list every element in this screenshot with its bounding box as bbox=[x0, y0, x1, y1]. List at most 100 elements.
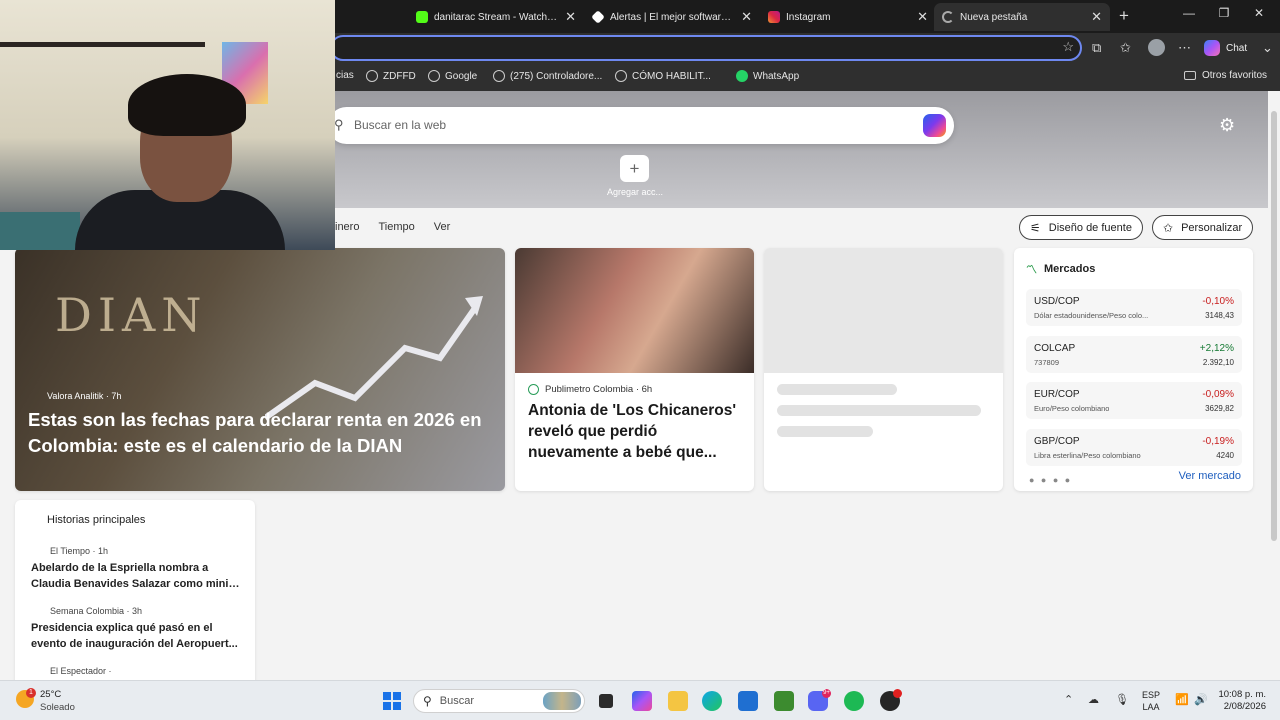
pagination-dots[interactable]: ● ● ● ● bbox=[1029, 475, 1072, 485]
other-favorites-label: Otros favoritos bbox=[1202, 70, 1268, 81]
whatsapp-icon bbox=[736, 70, 748, 82]
file-explorer-icon[interactable] bbox=[668, 691, 688, 711]
favorite-google[interactable]: Google bbox=[428, 70, 477, 82]
story-title[interactable]: evento de inauguración del Aeropuert... bbox=[31, 636, 243, 652]
search-icon: ⚲ bbox=[423, 694, 432, 708]
favorite-label: Google bbox=[445, 70, 478, 82]
personalize-label: Personalizar bbox=[1181, 221, 1243, 234]
wifi-icon[interactable]: 📶 bbox=[1175, 693, 1189, 706]
market-change: -0,10% bbox=[1202, 296, 1234, 307]
market-row-colcap[interactable]: COLCAP 737809 +2,12% 2.392,10 bbox=[1026, 336, 1242, 373]
favorite-controladores[interactable]: (275) Controladore... bbox=[493, 70, 602, 82]
obs-record-badge bbox=[893, 689, 902, 698]
feed-nav-dinero[interactable]: inero bbox=[335, 221, 359, 233]
tab-alertas[interactable]: Alertas | El mejor software para ✕ bbox=[584, 3, 760, 31]
news-title[interactable]: Antonia de 'Los Chicaneros' reveló que p… bbox=[528, 400, 743, 463]
profile-avatar[interactable] bbox=[1148, 39, 1165, 56]
loading-icon bbox=[942, 11, 954, 23]
taskbar-search[interactable]: ⚲ Buscar bbox=[413, 689, 585, 713]
weather-temp[interactable]: 25°C bbox=[40, 689, 61, 700]
minecraft-icon[interactable] bbox=[774, 691, 794, 711]
market-name: Euro/Peso colombiano bbox=[1034, 404, 1110, 413]
add-shortcut-button[interactable]: + bbox=[620, 155, 649, 182]
dian-logo-image: DIAN bbox=[55, 288, 208, 342]
scrollbar-thumb[interactable] bbox=[1271, 111, 1277, 541]
feed-nav-tiempo[interactable]: Tiempo bbox=[378, 221, 414, 233]
copilot-chat-button[interactable]: Chat bbox=[1204, 38, 1247, 58]
clock[interactable]: 10:08 p. m. 2/08/2026 bbox=[1218, 689, 1266, 713]
windows-start-icon[interactable] bbox=[383, 692, 401, 710]
top-stories-title: Historias principales bbox=[47, 514, 146, 526]
favorite-zdffd[interactable]: ZDFFD bbox=[366, 70, 416, 82]
story-title[interactable]: Abelardo de la Espriella nombra a bbox=[31, 560, 243, 576]
search-icon: ⚲ bbox=[334, 117, 344, 132]
hero-news-card[interactable]: DIAN Valora Analitik · 7h Estas son las … bbox=[15, 248, 505, 491]
personalize-button[interactable]: ✩ Personalizar bbox=[1152, 215, 1254, 240]
close-icon[interactable]: ✕ bbox=[1091, 9, 1102, 25]
new-tab-button[interactable]: + bbox=[1113, 5, 1135, 27]
other-favorites[interactable]: Otros favoritos bbox=[1184, 70, 1267, 81]
favorite-como-habilitar[interactable]: CÓMO HABILIT... bbox=[615, 70, 711, 82]
see-market-link[interactable]: Ver mercado bbox=[1179, 470, 1241, 482]
tab-title: Instagram bbox=[786, 11, 831, 23]
hero-title[interactable]: Estas son las fechas para declarar renta… bbox=[28, 407, 488, 459]
close-icon[interactable]: ✕ bbox=[917, 9, 928, 25]
weather-desc[interactable]: Soleado bbox=[40, 702, 75, 713]
story-title[interactable]: Presidencia explica qué pasó en el bbox=[31, 620, 243, 636]
minimize-button[interactable]: — bbox=[1174, 6, 1204, 20]
spotify-icon[interactable] bbox=[844, 691, 864, 711]
favorite-whatsapp[interactable]: WhatsApp bbox=[736, 70, 799, 82]
microphone-icon[interactable]: 🎙 bbox=[1115, 693, 1129, 706]
tab-new-tab[interactable]: Nueva pestaña ✕ bbox=[934, 3, 1110, 31]
more-icon[interactable]: ⋯ bbox=[1178, 40, 1191, 56]
favorites-icon[interactable]: ✩ bbox=[1120, 40, 1131, 56]
language-indicator[interactable]: ESP LAA bbox=[1142, 689, 1160, 713]
market-change: -0,09% bbox=[1202, 389, 1234, 400]
market-row-eurcop[interactable]: EUR/COP Euro/Peso colombiano -0,09% 3629… bbox=[1026, 382, 1242, 419]
gear-icon[interactable]: ⚙ bbox=[1219, 115, 1235, 136]
copilot-app-icon[interactable] bbox=[632, 691, 652, 711]
favorite-label: CÓMO HABILIT... bbox=[632, 70, 711, 82]
tab-instagram[interactable]: Instagram ✕ bbox=[760, 3, 936, 31]
chevron-down-icon[interactable]: ⌄ bbox=[1262, 40, 1273, 56]
loading-line bbox=[777, 426, 873, 437]
page-scrollbar[interactable] bbox=[1268, 91, 1280, 680]
edge-icon[interactable] bbox=[702, 691, 722, 711]
cloud-icon[interactable]: ☁ bbox=[1088, 693, 1099, 706]
story-title[interactable]: Claudia Benavides Salazar como minist... bbox=[31, 576, 243, 592]
task-view-icon[interactable] bbox=[599, 694, 613, 708]
story-source: Semana Colombia · 3h bbox=[50, 606, 143, 616]
volume-icon[interactable]: 🔊 bbox=[1194, 693, 1208, 706]
star-icon[interactable]: ☆ bbox=[1062, 39, 1074, 55]
address-bar[interactable]: ☆ bbox=[330, 35, 1082, 61]
close-icon[interactable]: ✕ bbox=[741, 9, 752, 25]
loading-line bbox=[777, 384, 897, 395]
maximize-button[interactable]: ❐ bbox=[1209, 6, 1239, 20]
market-value: 2.392,10 bbox=[1202, 358, 1234, 367]
globe-icon bbox=[366, 70, 378, 82]
copilot-icon[interactable] bbox=[923, 114, 946, 137]
feed-nav-ver[interactable]: Ver bbox=[434, 221, 451, 233]
language-line: LAA bbox=[1142, 702, 1160, 712]
market-row-usdcop[interactable]: USD/COP Dólar estadounidense/Peso colo..… bbox=[1026, 289, 1242, 326]
person-hair-image bbox=[128, 74, 246, 136]
favorite-cias[interactable]: cias bbox=[336, 70, 354, 81]
market-change: +2,12% bbox=[1199, 343, 1234, 354]
globe-icon bbox=[528, 384, 539, 395]
web-search-box[interactable]: ⚲ Buscar en la web bbox=[328, 107, 954, 144]
news-card-chicaneros[interactable]: Publimetro Colombia · 6h Antonia de 'Los… bbox=[515, 248, 754, 491]
font-design-button[interactable]: ⚟ Diseño de fuente bbox=[1019, 215, 1143, 240]
sliders-icon: ⚟ bbox=[1030, 220, 1041, 235]
add-shortcut-label: Agregar acc... bbox=[606, 187, 664, 197]
close-window-button[interactable]: ✕ bbox=[1244, 6, 1274, 20]
extensions-icon[interactable]: ⧉ bbox=[1092, 40, 1101, 56]
market-row-gbpcop[interactable]: GBP/COP Libra esterlina/Peso colombiano … bbox=[1026, 429, 1242, 466]
clock-time: 10:08 p. m. bbox=[1218, 689, 1266, 700]
news-source-label: Publimetro Colombia · 6h bbox=[545, 384, 653, 395]
favorite-label: ZDFFD bbox=[383, 70, 416, 82]
store-icon[interactable] bbox=[738, 691, 758, 711]
close-icon[interactable]: ✕ bbox=[565, 9, 576, 25]
tab-kick-stream[interactable]: danitarac Stream - Watch Live ✕ bbox=[408, 3, 584, 31]
font-design-label: Diseño de fuente bbox=[1048, 221, 1132, 234]
chevron-up-icon[interactable]: ⌃ bbox=[1064, 693, 1073, 706]
